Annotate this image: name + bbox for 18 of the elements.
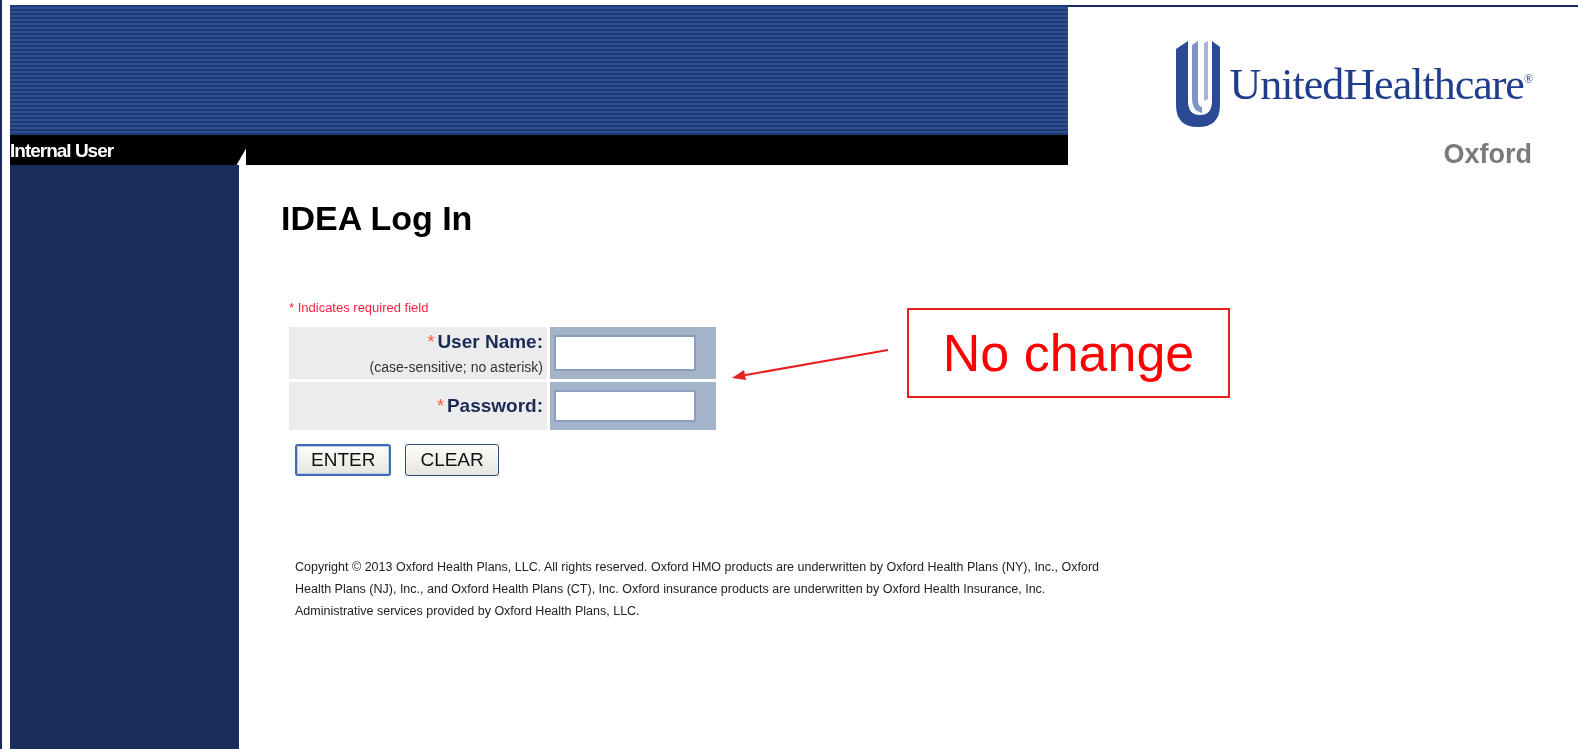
brand-name: UnitedHealthcare$^{®}$ xyxy=(1229,58,1532,110)
annotation-text: No change xyxy=(942,323,1195,383)
field-label: Password: xyxy=(446,395,543,417)
field-label: User Name: xyxy=(437,331,543,353)
field-hint: (case-sensitive; no asterisk) xyxy=(369,359,543,375)
page-title: IDEA Log In xyxy=(281,199,473,238)
input-field[interactable] xyxy=(554,335,696,371)
arrow-icon xyxy=(730,348,890,382)
required-mark: * xyxy=(436,395,444,417)
logo-icon xyxy=(1173,39,1222,129)
required-mark: * xyxy=(427,331,435,353)
form-button[interactable]: ENTER xyxy=(295,444,392,476)
input-field[interactable] xyxy=(554,390,696,422)
required-note: * Indicates required field xyxy=(289,300,429,315)
form-button[interactable]: CLEAR xyxy=(405,444,499,476)
sub-brand: Oxford xyxy=(1443,139,1532,170)
section-label: Internal User xyxy=(10,140,114,162)
copyright-text: Copyright © 2013 Oxford Health Plans, LLC. All rights reserved. Oxford HMO products are underwritten by Oxford Health Plans (NY), Inc., Oxford Health Plans (NJ), Inc., and Oxford Health Plans (CT), Inc. Oxford insurance products are underwritten by Oxford Health Insurance, Inc. Administrative services provided by Oxford Health Plans, LLC. xyxy=(295,559,1100,620)
